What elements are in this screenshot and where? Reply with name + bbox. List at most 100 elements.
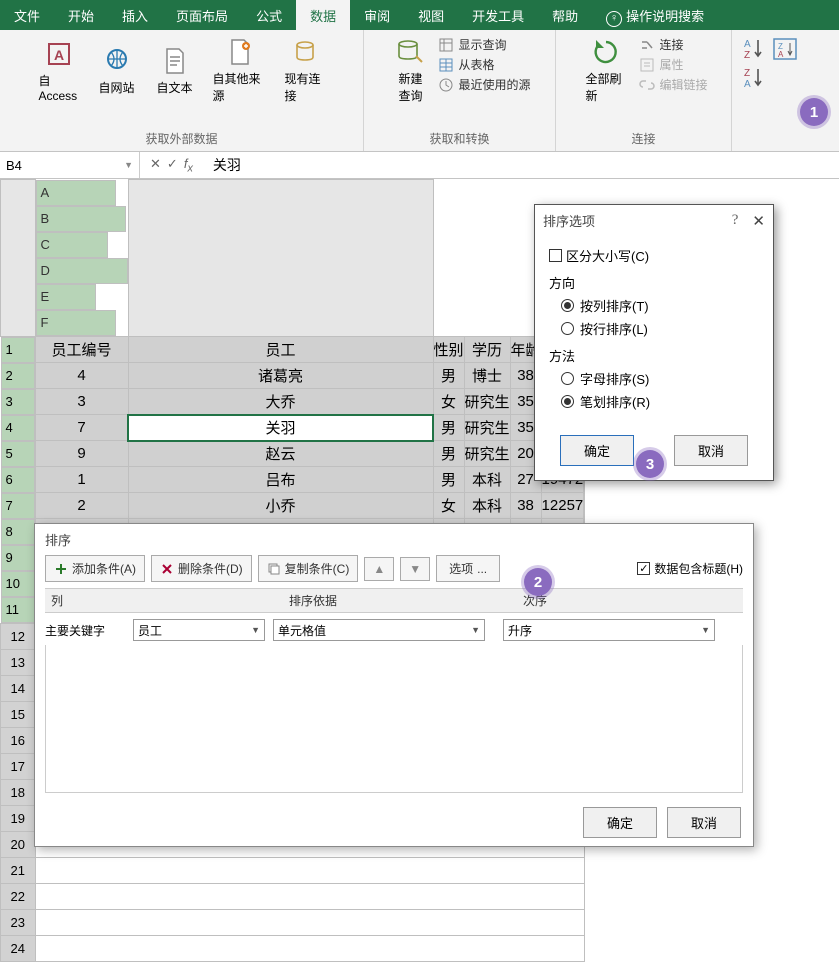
formula-input[interactable]: 关羽	[203, 153, 839, 177]
from-table-button[interactable]: 从表格	[438, 56, 530, 73]
tab-view[interactable]: 视图	[404, 0, 458, 30]
tab-file[interactable]: 文件	[0, 0, 54, 30]
cell[interactable]: 3	[35, 389, 128, 415]
cell[interactable]: 男	[433, 467, 464, 493]
cancel-formula-icon[interactable]: ✕	[150, 156, 161, 175]
fx-icon[interactable]: fx	[184, 156, 193, 175]
row-header[interactable]: 15	[1, 701, 36, 727]
enter-formula-icon[interactable]: ✓	[167, 156, 178, 175]
cell[interactable]: 1	[35, 467, 128, 493]
cell[interactable]: 小乔	[128, 493, 433, 519]
col-header[interactable]: C	[36, 232, 108, 258]
sort-desc-icon[interactable]: ZA	[740, 65, 766, 91]
cell[interactable]: 诸葛亮	[128, 363, 433, 389]
row-header[interactable]: 17	[1, 753, 36, 779]
tab-home[interactable]: 开始	[54, 0, 108, 30]
row-header[interactable]: 23	[1, 909, 36, 935]
add-level-button[interactable]: 添加条件(A)	[45, 555, 145, 582]
cell[interactable]: 12257	[541, 493, 584, 519]
cell[interactable]: 本科	[464, 467, 510, 493]
col-header[interactable]: D	[36, 258, 128, 284]
cell[interactable]: 2	[35, 493, 128, 519]
col-header[interactable]: A	[36, 180, 116, 206]
cell[interactable]: 吕布	[128, 467, 433, 493]
sort-ok-button[interactable]: 确定	[583, 807, 657, 838]
cell[interactable]: 本科	[464, 493, 510, 519]
row-header[interactable]: 21	[1, 857, 36, 883]
cell[interactable]: 大乔	[128, 389, 433, 415]
sort-order-select[interactable]: 升序▼	[503, 619, 715, 641]
row-header[interactable]: 8	[1, 519, 35, 545]
options-cancel-button[interactable]: 取消	[674, 435, 748, 466]
cell[interactable]: 4	[35, 363, 128, 389]
from-access-button[interactable]: A自 Access	[31, 34, 87, 106]
edit-links-button[interactable]: 编辑链接	[639, 76, 707, 93]
show-queries-button[interactable]: 显示查询	[438, 36, 530, 53]
sort-options-button[interactable]: 选项...	[436, 555, 500, 582]
new-query-button[interactable]: 新建 查询	[386, 34, 434, 106]
row-header[interactable]: 11	[1, 597, 35, 623]
col-header[interactable]: E	[36, 284, 96, 310]
row-header[interactable]: 10	[1, 571, 35, 597]
sort-column-select[interactable]: 员工▼	[133, 619, 265, 641]
options-ok-button[interactable]: 确定	[560, 435, 634, 466]
copy-level-button[interactable]: 复制条件(C)	[258, 555, 359, 582]
sort-cancel-button[interactable]: 取消	[667, 807, 741, 838]
row-header[interactable]: 7	[1, 493, 35, 519]
row-header[interactable]: 22	[1, 883, 36, 909]
tab-formulas[interactable]: 公式	[242, 0, 296, 30]
cell[interactable]	[35, 935, 585, 961]
refresh-all-button[interactable]: 全部刷新	[577, 34, 635, 106]
properties-button[interactable]: 属性	[639, 56, 707, 73]
move-down-button[interactable]: ▼	[400, 557, 430, 581]
cell[interactable]: 性别	[433, 336, 464, 363]
cell[interactable]	[584, 493, 585, 519]
cell[interactable]: 学历	[464, 336, 510, 363]
row-header[interactable]: 9	[1, 545, 35, 571]
cell[interactable]: 女	[433, 389, 464, 415]
has-header-checkbox[interactable]: ✓数据包含标题(H)	[637, 560, 743, 577]
sort-by-row-radio[interactable]: 按行排序(L)	[549, 319, 759, 338]
col-header[interactable]: F	[36, 310, 116, 336]
cell[interactable]: 7	[35, 415, 128, 441]
cell[interactable]: 女	[433, 493, 464, 519]
sort-on-select[interactable]: 单元格值▼	[273, 619, 485, 641]
connections-button[interactable]: 连接	[639, 36, 707, 53]
help-icon[interactable]: ?	[732, 212, 739, 229]
from-other-button[interactable]: 自其他来源	[205, 34, 275, 106]
row-header[interactable]: 2	[1, 363, 35, 389]
cell[interactable]	[35, 909, 585, 935]
row-header[interactable]: 20	[1, 831, 36, 857]
cell[interactable]: 研究生	[464, 441, 510, 467]
row-header[interactable]: 12	[1, 623, 36, 649]
stroke-sort-radio[interactable]: 笔划排序(R)	[549, 392, 759, 411]
tab-dev[interactable]: 开发工具	[458, 0, 538, 30]
cell[interactable]: 男	[433, 363, 464, 389]
tell-me-search[interactable]: ♀操作说明搜索	[592, 0, 718, 30]
cell[interactable]: 男	[433, 441, 464, 467]
col-header[interactable]: B	[36, 206, 126, 232]
row-header[interactable]: 3	[1, 389, 35, 415]
cell[interactable]: 9	[35, 441, 128, 467]
sort-asc-icon[interactable]: AZ	[740, 36, 766, 62]
existing-conn-button[interactable]: 现有连接	[277, 34, 333, 106]
sort-by-column-radio[interactable]: 按列排序(T)	[549, 296, 759, 315]
delete-level-button[interactable]: 删除条件(D)	[151, 555, 252, 582]
row-header[interactable]: 19	[1, 805, 36, 831]
cell[interactable]: 男	[433, 415, 464, 441]
row-header[interactable]: 18	[1, 779, 36, 805]
row-header[interactable]: 24	[1, 935, 36, 961]
cell[interactable]: 员工编号	[35, 336, 128, 363]
sort-dialog-icon[interactable]: ZA	[772, 36, 798, 62]
tab-review[interactable]: 审阅	[350, 0, 404, 30]
tab-insert[interactable]: 插入	[108, 0, 162, 30]
cell[interactable]: 研究生	[464, 389, 510, 415]
move-up-button[interactable]: ▲	[364, 557, 394, 581]
row-header[interactable]: 16	[1, 727, 36, 753]
cell[interactable]: 员工	[128, 336, 433, 363]
from-text-button[interactable]: 自文本	[147, 34, 203, 106]
row-header[interactable]: 14	[1, 675, 36, 701]
row-header[interactable]: 13	[1, 649, 36, 675]
row-header[interactable]: 1	[1, 337, 35, 363]
tab-pagelayout[interactable]: 页面布局	[162, 0, 242, 30]
